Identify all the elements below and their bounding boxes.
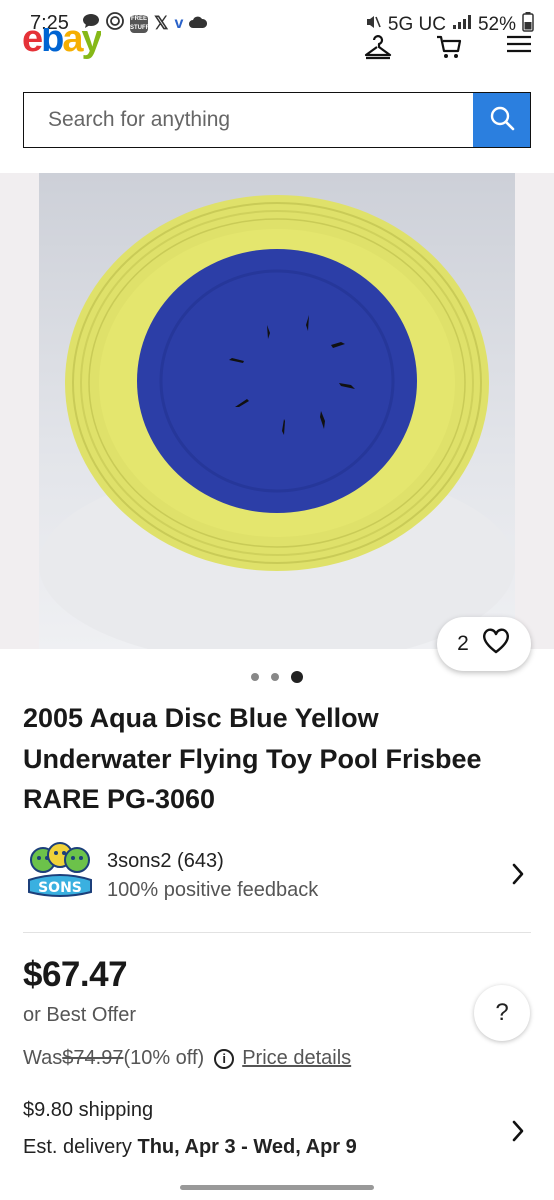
seller-feedback: 100% positive feedback	[107, 879, 319, 901]
home-indicator[interactable]	[180, 1185, 374, 1190]
pagination-dot[interactable]	[251, 673, 259, 681]
logo-letter-e: e	[22, 28, 43, 60]
shipping-chevron-icon[interactable]	[511, 1120, 525, 1147]
v-icon: v	[174, 14, 184, 32]
header-actions	[364, 34, 532, 60]
watch-count: 2	[457, 632, 469, 655]
target-icon	[106, 12, 124, 35]
image-gallery[interactable]	[0, 173, 554, 649]
product-photo[interactable]	[39, 173, 515, 649]
cloud-icon	[189, 14, 208, 34]
logo-letter-y: y	[81, 28, 101, 60]
seller-card[interactable]: SONS 3sons2 (643) 100% positive feedback	[23, 838, 533, 908]
search-icon	[489, 105, 515, 136]
notification-icons: FREE STUFF 𝕏 v	[82, 12, 208, 35]
divider	[23, 932, 531, 933]
shipping-cost: $9.80 shipping	[23, 1099, 154, 1121]
svg-text:SONS: SONS	[38, 880, 82, 896]
price-details-link[interactable]: Price details	[242, 1047, 351, 1070]
x-icon: 𝕏	[154, 13, 169, 33]
menu-icon[interactable]	[506, 34, 532, 60]
was-price: $74.97	[62, 1047, 124, 1069]
discount-label: (10% off)	[123, 1047, 205, 1069]
info-icon[interactable]: i	[214, 1048, 235, 1069]
estimated-delivery: Est. delivery Thu, Apr 3 - Wed, Apr 9	[23, 1136, 357, 1159]
search-button[interactable]	[473, 93, 530, 147]
network-label: 5G UC	[387, 14, 446, 35]
chevron-right-icon	[511, 863, 525, 890]
free-stuff-icon: FREE STUFF	[130, 14, 150, 33]
frisbee-image	[39, 195, 515, 649]
delivery-dates: Thu, Apr 3 - Wed, Apr 9	[137, 1136, 357, 1158]
best-offer-label: or Best Offer	[23, 1004, 137, 1026]
cart-icon[interactable]	[436, 34, 462, 60]
was-price-row: Was $74.97 (10% off) i Price details	[23, 1047, 351, 1070]
heart-icon	[481, 627, 511, 661]
item-price: $67.47	[23, 955, 128, 994]
battery-percent: 52%	[477, 14, 516, 35]
search-input[interactable]	[24, 93, 473, 147]
seller-avatar: SONS	[23, 840, 97, 904]
search-bar	[23, 92, 531, 148]
delivery-label: Est. delivery	[23, 1136, 138, 1158]
logo-letter-b: b	[41, 28, 64, 60]
ebay-logo[interactable]: ebay	[22, 28, 101, 62]
seller-name: 3sons2 (643)	[107, 850, 224, 872]
pagination-dot-active[interactable]	[291, 671, 303, 683]
hanger-icon[interactable]	[364, 34, 392, 60]
was-label: Was	[23, 1047, 63, 1069]
logo-letter-a: a	[62, 28, 83, 60]
help-button[interactable]: ?	[474, 985, 530, 1041]
signal-icon	[452, 14, 472, 36]
pagination-dot[interactable]	[271, 673, 279, 681]
listing-title: 2005 Aqua Disc Blue Yellow Underwater Fl…	[23, 703, 482, 814]
gallery-pagination	[0, 670, 554, 683]
watch-button[interactable]: 2	[437, 617, 531, 671]
question-icon: ?	[495, 999, 509, 1026]
